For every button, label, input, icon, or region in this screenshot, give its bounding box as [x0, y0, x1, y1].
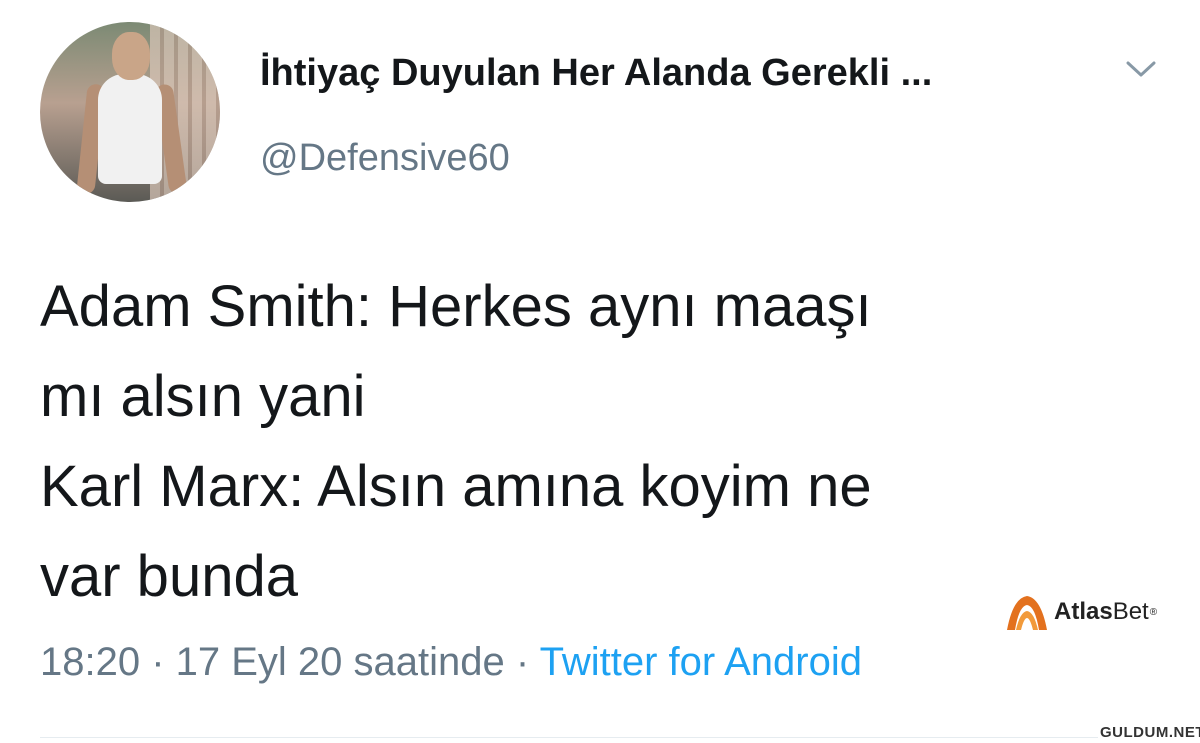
- display-name[interactable]: İhtiyaç Duyulan Her Alanda Gerekli ...: [260, 52, 932, 95]
- tweet-text: Adam Smith: Herkes aynı maaşı mı alsın y…: [40, 262, 1140, 622]
- site-watermark: GULDUM.NET: [1098, 724, 1200, 741]
- atlasbet-arch-icon: [1007, 596, 1047, 630]
- tweet-line: mı alsın yani: [40, 364, 366, 429]
- tweet-line: Karl Marx: Alsın amına koyim ne: [40, 454, 872, 519]
- registered-mark: ®: [1149, 606, 1158, 618]
- tweet-line: Adam Smith: Herkes aynı maaşı: [40, 274, 872, 339]
- divider: [40, 737, 1160, 738]
- avatar-head: [112, 32, 150, 80]
- tweet-source-link[interactable]: Twitter for Android: [540, 640, 862, 684]
- tweet-timestamp[interactable]: 18:20 · 17 Eyl 20 saatinde ·: [40, 640, 540, 684]
- user-handle[interactable]: @Defensive60: [260, 137, 510, 180]
- avatar-tank-top: [98, 74, 162, 184]
- atlasbet-word-atlas: Atlas: [1054, 598, 1113, 625]
- chevron-down-icon[interactable]: [1124, 56, 1158, 82]
- atlasbet-logo: Atlas Bet ®: [1003, 592, 1157, 632]
- tweet-meta: 18:20 · 17 Eyl 20 saatinde · Twitter for…: [40, 640, 862, 685]
- avatar[interactable]: [40, 22, 220, 202]
- tweet-line: var bunda: [40, 544, 298, 609]
- atlasbet-word-bet: Bet: [1112, 598, 1149, 625]
